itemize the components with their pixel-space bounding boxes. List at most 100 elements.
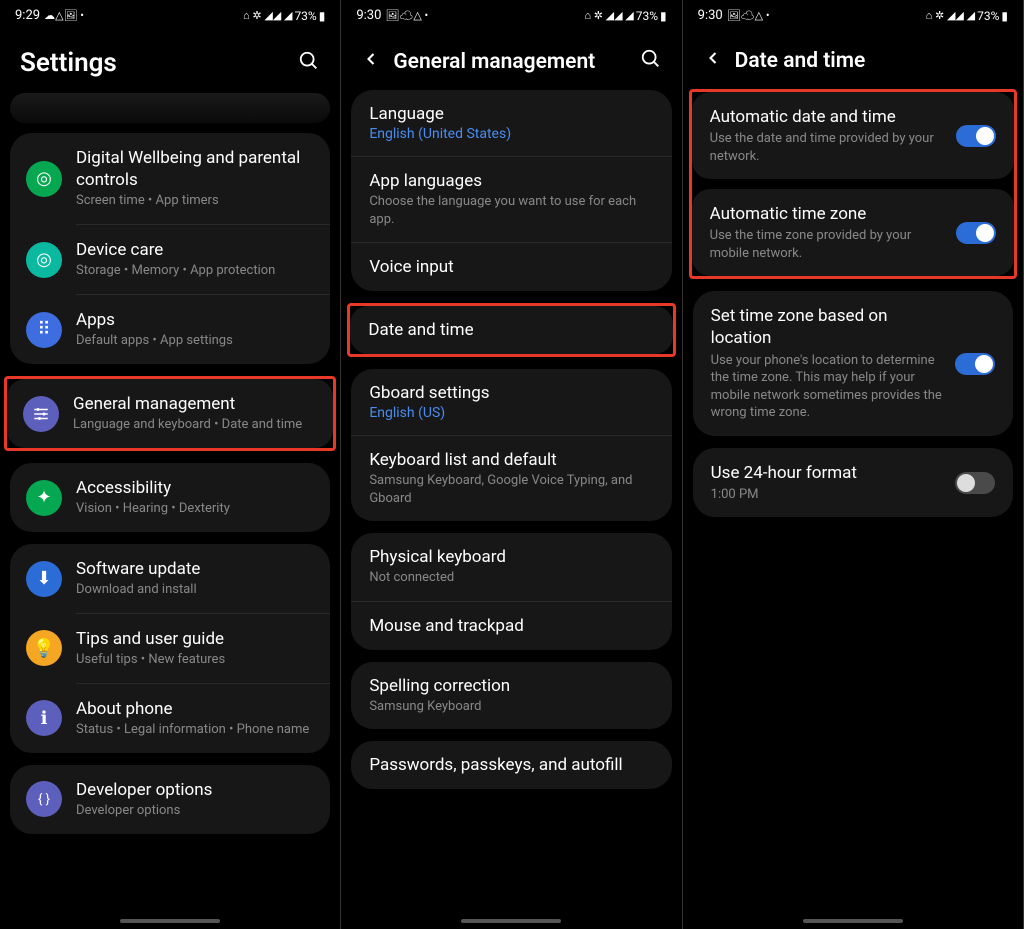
accessibility-icon: ✦ [26,480,62,516]
settings-item-device-care[interactable]: ◎ Device care Storage • Memory • App pro… [10,225,330,294]
item-sub: Download and install [76,582,314,599]
dt-item-24hr[interactable]: Use 24-hour format 1:00 PM [693,448,1013,518]
home-indicator[interactable] [461,919,561,923]
toggle-auto-timezone[interactable] [956,222,996,244]
general-management-screen: 9:30 🖼☁△ • ⌂ ✲ ◢◢ ◢ 73% ▮ General manage… [341,0,682,929]
general-management-icon [23,396,59,432]
item-sub: English (US) [369,405,653,421]
item-title: Spelling correction [369,676,653,696]
gm-item-app-languages[interactable]: App languages Choose the language you wa… [351,157,671,242]
item-sub: Screen time • App timers [76,193,314,210]
toggle-auto-date[interactable] [956,125,996,147]
page-title: General management [393,50,627,74]
settings-card-dev: { } Developer options Developer options [10,765,330,834]
battery-icon: ▮ [1001,9,1008,23]
item-title: Developer options [76,779,314,801]
gm-item-language[interactable]: Language English (United States) [351,90,671,156]
highlight-date-time: Date and time [347,303,675,357]
item-title: Accessibility [76,477,314,499]
item-sub: Default apps • App settings [76,333,314,350]
software-update-icon: ⬇ [26,561,62,597]
gm-item-mouse[interactable]: Mouse and trackpad [351,602,671,650]
header: Date and time [683,28,1023,89]
status-left-icons: 🖼☁△ • [385,9,428,22]
status-time: 9:30 [698,8,723,23]
gm-card-spelling: Spelling correction Samsung Keyboard [351,662,671,730]
item-sub: Status • Legal information • Phone name [76,722,314,739]
item-sub: Vision • Hearing • Dexterity [76,501,314,518]
gm-item-date-time[interactable]: Date and time [350,306,672,354]
status-battery: 73% [977,9,999,23]
status-right-icons: ⌂ ✲ ◢◢ ◢ [584,9,633,22]
gm-item-physical-keyboard[interactable]: Physical keyboard Not connected [351,533,671,601]
settings-item-software-update[interactable]: ⬇ Software update Download and install [10,544,330,613]
about-phone-icon: ℹ [26,700,62,736]
settings-item-about-phone[interactable]: ℹ About phone Status • Legal information… [10,684,330,753]
gm-card-keyboard: Gboard settings English (US) Keyboard li… [351,369,671,521]
status-battery: 73% [294,9,316,23]
settings-card-a11y: ✦ Accessibility Vision • Hearing • Dexte… [10,463,330,532]
settings-item-general-management[interactable]: General management Language and keyboard… [7,379,333,448]
gm-item-spelling[interactable]: Spelling correction Samsung Keyboard [351,662,671,730]
item-title: Automatic date and time [710,106,946,128]
gm-card-physical: Physical keyboard Not connected Mouse an… [351,533,671,650]
item-title: Apps [76,309,314,331]
item-sub: Choose the language you want to use for … [369,193,653,228]
item-title: Software update [76,558,314,580]
settings-item-accessibility[interactable]: ✦ Accessibility Vision • Hearing • Dexte… [10,463,330,532]
settings-item-wellbeing[interactable]: ◎ Digital Wellbeing and parental control… [10,133,330,224]
settings-screen: 9:29 ☁△🖼 • ⌂ ✲ ◢◢ ◢ 73% ▮ Settings ◎ Dig… [0,0,341,929]
toggle-24hr[interactable] [955,472,995,494]
gm-item-gboard[interactable]: Gboard settings English (US) [351,369,671,435]
item-title: Use 24-hour format [711,462,945,484]
item-title: Digital Wellbeing and parental controls [76,147,314,191]
item-title: Keyboard list and default [369,450,653,470]
item-sub: Use your phone's location to determine t… [711,352,945,422]
gm-item-passwords[interactable]: Passwords, passkeys, and autofill [351,741,671,789]
toggle-location-timezone[interactable] [955,353,995,375]
page-title: Settings [20,48,286,78]
wellbeing-icon: ◎ [26,161,62,197]
status-battery: 73% [636,9,658,23]
gm-card-passwords: Passwords, passkeys, and autofill [351,741,671,789]
header: Settings [0,28,340,93]
date-time-screen: 9:30 🖼☁△ • ⌂ ✲ ◢◢ ◢ 73% ▮ Date and time … [683,0,1024,929]
settings-item-tips[interactable]: 💡 Tips and user guide Useful tips • New … [10,614,330,683]
search-pill[interactable] [10,93,330,123]
settings-card-1: ◎ Digital Wellbeing and parental control… [10,133,330,364]
status-left-icons: 🖼☁△ • [727,9,770,22]
search-icon[interactable] [640,48,662,75]
item-title: Physical keyboard [369,547,653,567]
item-title: Mouse and trackpad [369,616,653,636]
tips-icon: 💡 [26,630,62,666]
dt-item-location-timezone[interactable]: Set time zone based on location Use your… [693,291,1013,435]
item-sub: English (United States) [369,126,653,142]
item-title: Gboard settings [369,383,653,403]
settings-item-developer[interactable]: { } Developer options Developer options [10,765,330,834]
home-indicator[interactable] [120,919,220,923]
battery-icon: ▮ [660,9,667,23]
item-sub: Storage • Memory • App protection [76,263,314,280]
item-sub: Samsung Keyboard, Google Voice Typing, a… [369,472,653,507]
item-sub: Not connected [369,569,653,587]
page-title: Date and time [735,49,866,73]
item-title: Set time zone based on location [711,305,945,349]
dt-card-location: Set time zone based on location Use your… [693,291,1013,435]
status-right-icons: ⌂ ✲ ◢◢ ◢ [243,9,292,22]
item-sub: Developer options [76,803,314,820]
home-indicator[interactable] [803,919,903,923]
back-icon[interactable] [361,49,381,75]
dt-card-24hr: Use 24-hour format 1:00 PM [693,448,1013,518]
battery-icon: ▮ [319,9,326,23]
highlight-auto-date-time: Automatic date and time Use the date and… [689,89,1017,279]
item-title: Device care [76,239,314,261]
gm-item-voice-input[interactable]: Voice input [351,243,671,291]
back-icon[interactable] [703,48,723,74]
search-icon[interactable] [298,50,320,77]
gm-item-keyboard-list[interactable]: Keyboard list and default Samsung Keyboa… [351,436,671,521]
item-sub: Use the date and time provided by your n… [710,130,946,165]
item-title: General management [73,393,317,415]
dt-item-auto-timezone[interactable]: Automatic time zone Use the time zone pr… [692,189,1014,276]
dt-item-auto-date[interactable]: Automatic date and time Use the date and… [692,92,1014,179]
settings-item-apps[interactable]: ⠿ Apps Default apps • App settings [10,295,330,364]
